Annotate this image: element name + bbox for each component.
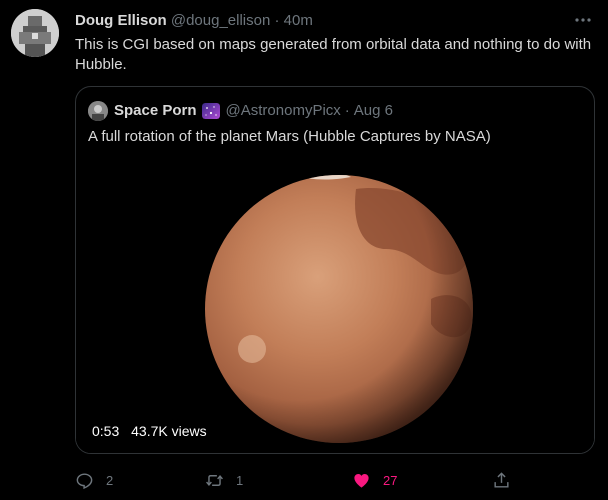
quote-author-name[interactable]: Space Porn: [114, 101, 197, 121]
header-separator: ·: [274, 12, 280, 29]
quote-time[interactable]: Aug 6: [354, 101, 393, 121]
retweet-button[interactable]: 1: [205, 468, 243, 492]
tweet-actions: 2 1 27: [75, 468, 595, 492]
quote-separator: ·: [344, 102, 350, 119]
more-icon[interactable]: [572, 10, 594, 30]
like-button[interactable]: 27: [352, 468, 397, 492]
quote-text: A full rotation of the planet Mars (Hubb…: [88, 128, 491, 145]
quote-header: Space Porn @AstronomyPicx · Aug 6: [88, 101, 393, 121]
tweet-time[interactable]: 40m: [284, 12, 313, 29]
author-name[interactable]: Doug Ellison: [75, 12, 167, 29]
share-button[interactable]: [492, 468, 523, 492]
quoted-tweet-card[interactable]: Space Porn @AstronomyPicx · Aug 6 A full…: [75, 86, 595, 454]
quote-avatar[interactable]: [88, 101, 108, 121]
retweet-icon: [206, 474, 223, 486]
quote-author-handle[interactable]: @AstronomyPicx: [226, 101, 341, 121]
video-duration: 0:53: [92, 423, 120, 439]
reply-count: 2: [106, 472, 114, 488]
mars-image: [76, 159, 594, 453]
tweet-text: This is CGI based on maps generated from…: [75, 36, 592, 73]
video-meta: 0:53 43.7K views: [92, 423, 207, 439]
tweet-header: Doug Ellison @doug_ellison · 40m: [75, 11, 313, 31]
retweet-count: 1: [236, 472, 244, 488]
reply-button[interactable]: 2: [75, 468, 113, 492]
heart-icon: [354, 473, 369, 488]
video-player[interactable]: [76, 159, 594, 453]
like-count: 27: [383, 472, 398, 488]
quote-avatar-figure: [88, 101, 108, 121]
author-handle[interactable]: @doug_ellison: [171, 12, 270, 29]
reply-icon: [76, 472, 93, 489]
avatar-figure: [11, 9, 59, 57]
galaxy-emoji-icon: [201, 103, 220, 119]
author-avatar[interactable]: [11, 9, 59, 57]
share-icon: [494, 471, 509, 488]
video-views: 43.7K views: [131, 423, 207, 439]
